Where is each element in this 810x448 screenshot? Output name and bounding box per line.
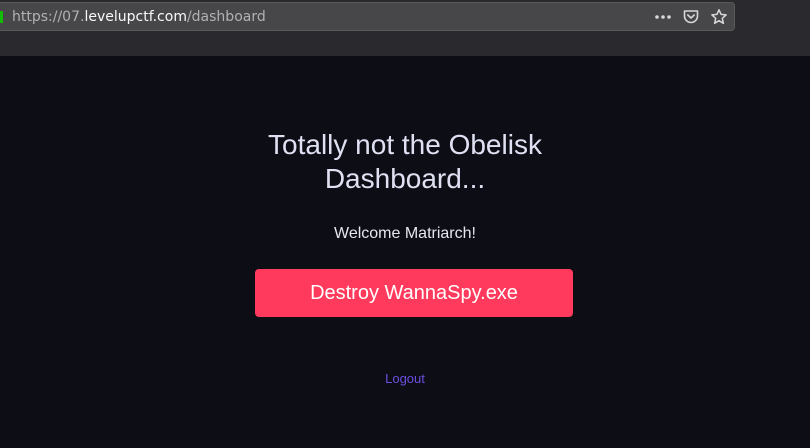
more-options-icon[interactable]	[654, 8, 672, 26]
page-title: Totally not the Obelisk Dashboard...	[0, 128, 810, 196]
logout-container: Logout	[0, 371, 810, 387]
pocket-icon[interactable]	[682, 8, 700, 26]
url-actions	[654, 7, 728, 27]
page-title-line1: Totally not the Obelisk	[268, 129, 542, 160]
url-path: /dashboard	[186, 9, 266, 25]
browser-toolbar: https://07.levelupctf.com/dashboard	[0, 0, 810, 56]
secure-connection-indicator	[0, 11, 3, 23]
welcome-message: Welcome Matriarch!	[334, 225, 476, 242]
url-text[interactable]: https://07.levelupctf.com/dashboard	[12, 9, 266, 25]
dashboard-page: Totally not the Obelisk Dashboard... Wel…	[0, 56, 810, 448]
url-host: levelupctf.com	[84, 9, 187, 25]
destroy-wannaspy-button[interactable]: Destroy WannaSpy.exe	[255, 269, 573, 317]
url-prefix: https://07.	[12, 9, 85, 25]
address-bar[interactable]: https://07.levelupctf.com/dashboard	[0, 2, 735, 31]
page-title-line2: Dashboard...	[324, 163, 486, 194]
bookmark-star-icon[interactable]	[710, 8, 728, 26]
logout-link[interactable]: Logout	[385, 371, 425, 386]
